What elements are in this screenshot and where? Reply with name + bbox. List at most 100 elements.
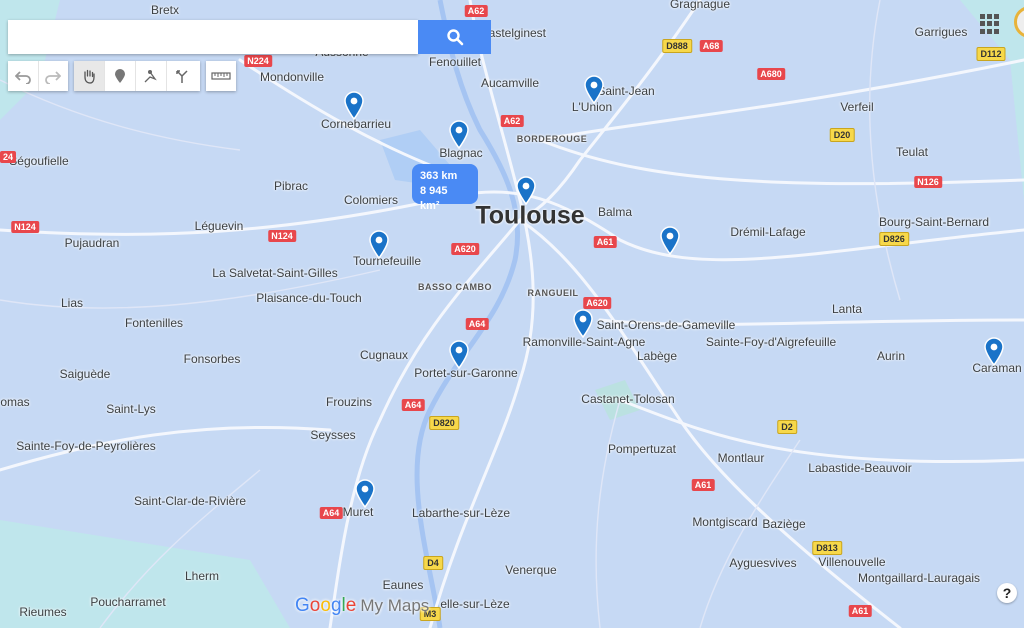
add-marker-button[interactable] — [104, 61, 135, 91]
apps-grid-icon[interactable] — [980, 14, 1000, 34]
place-label: Teulat — [895, 145, 929, 159]
place-label: Bretx — [150, 3, 180, 17]
place-label: Pompertuzat — [607, 442, 677, 456]
road-shield: A62 — [500, 115, 524, 127]
place-label: Fenouillet — [428, 55, 482, 69]
place-label: Frouzins — [325, 395, 373, 409]
draw-line-icon — [144, 70, 157, 83]
place-label: Mondonville — [259, 70, 325, 84]
place-label: Aurin — [876, 349, 906, 363]
place-label: Ayguesvives — [729, 556, 797, 570]
redo-button[interactable] — [37, 61, 69, 91]
place-label: Drémil-Lafage — [730, 225, 806, 239]
map-marker-pin[interactable] — [448, 119, 470, 150]
road-shield: D888 — [662, 39, 692, 53]
map-marker-pin[interactable] — [583, 74, 605, 105]
marker-icon — [115, 69, 125, 83]
place-label: Lherm — [184, 569, 220, 583]
place-label: BORDEROUGE — [516, 134, 588, 144]
place-label: Toulouse — [475, 201, 585, 230]
map-marker-pin[interactable] — [343, 90, 365, 121]
place-label: La Salvetat-Saint-Gilles — [212, 266, 338, 280]
place-label: Pujaudran — [64, 236, 120, 250]
place-label: Sainte-Foy-de-Peyrolières — [16, 439, 156, 453]
place-label: Poucharramet — [90, 595, 166, 609]
measure-toolbar — [206, 61, 236, 91]
place-label: Saiguède — [59, 367, 111, 381]
draw-line-button[interactable] — [135, 61, 166, 91]
place-label: Saint-Orens-de-Gameville — [596, 318, 736, 332]
map-marker-pin[interactable] — [448, 339, 470, 370]
place-label: Balma — [597, 205, 633, 219]
place-label: Fonsorbes — [183, 352, 241, 366]
place-label: RANGUEIL — [527, 288, 579, 298]
help-button[interactable]: ? — [997, 583, 1017, 603]
search-button[interactable] — [418, 20, 491, 54]
ruler-icon — [211, 72, 231, 80]
map-pin-icon — [573, 309, 593, 339]
place-label: Labarthe-sur-Lèze — [411, 506, 511, 520]
place-label: Montlaur — [717, 451, 765, 465]
place-label: Eaunes — [382, 578, 424, 592]
map-marker-pin[interactable] — [515, 175, 537, 206]
road-shield: D813 — [812, 541, 842, 555]
road-shield: A64 — [465, 318, 489, 330]
map-pin-icon — [584, 75, 604, 105]
road-shield: A61 — [593, 236, 617, 248]
measurement-distance: 363 km — [420, 170, 458, 182]
place-label: Cugnaux — [359, 348, 409, 362]
place-label: elle-sur-Lèze — [440, 597, 510, 611]
search-input[interactable] — [8, 20, 418, 54]
undo-button[interactable] — [8, 61, 38, 91]
map-marker-pin[interactable] — [368, 229, 390, 260]
map-marker-pin[interactable] — [659, 225, 681, 256]
map-pin-icon — [449, 120, 469, 150]
map-marker-pin[interactable] — [572, 308, 594, 339]
map-pin-icon — [355, 479, 375, 509]
place-label: Rieumes — [19, 605, 67, 619]
google-my-maps-logo: Google My Maps — [295, 595, 430, 616]
road-shield: D2 — [777, 420, 797, 434]
place-label: Sainte-Foy-d'Aigrefeuille — [705, 335, 837, 349]
map-marker-pin[interactable] — [983, 336, 1005, 367]
map-pin-icon — [369, 230, 389, 260]
road-shield: A62 — [464, 5, 488, 17]
place-label: Seysses — [310, 428, 356, 442]
place-label: Saint-Lys — [106, 402, 156, 416]
measure-button[interactable] — [206, 61, 236, 91]
road-shield: A64 — [401, 399, 425, 411]
measurement-area: 8 945 km² — [420, 185, 448, 212]
road-shield: N124 — [268, 230, 296, 242]
place-label: Baziège — [762, 517, 806, 531]
history-toolbar — [8, 61, 68, 91]
road-shield: D20 — [829, 128, 855, 142]
place-label: Léguevin — [194, 219, 244, 233]
place-label: Bourg-Saint-Bernard — [878, 215, 990, 229]
map-pin-icon — [344, 91, 364, 121]
road-shield: D826 — [879, 232, 909, 246]
map-pin-icon — [984, 337, 1004, 367]
place-label: Plaisance-du-Touch — [256, 291, 362, 305]
directions-button[interactable] — [166, 61, 197, 91]
place-label: Ségoufielle — [9, 154, 69, 168]
directions-icon — [176, 70, 188, 83]
place-label: Garrigues — [914, 25, 968, 39]
place-label: Villenouvelle — [818, 555, 886, 569]
road-shield: A61 — [691, 479, 715, 491]
map-pin-icon — [660, 226, 680, 256]
place-label: Fontenilles — [124, 316, 184, 330]
redo-icon — [45, 71, 62, 84]
place-label: omas — [0, 395, 30, 409]
map-pin-icon — [449, 340, 469, 370]
road-shield: D4 — [423, 556, 443, 570]
map-marker-pin[interactable] — [354, 478, 376, 509]
place-label: Verfeil — [840, 100, 874, 114]
place-label: Lias — [60, 296, 84, 310]
road-shield: A68 — [699, 40, 723, 52]
pan-tool-button[interactable] — [74, 61, 104, 91]
road-shield: A680 — [757, 68, 785, 80]
map-canvas[interactable] — [0, 0, 1024, 628]
road-shield: 24 — [0, 151, 17, 163]
tools-toolbar — [74, 61, 200, 91]
road-shield: A620 — [451, 243, 479, 255]
